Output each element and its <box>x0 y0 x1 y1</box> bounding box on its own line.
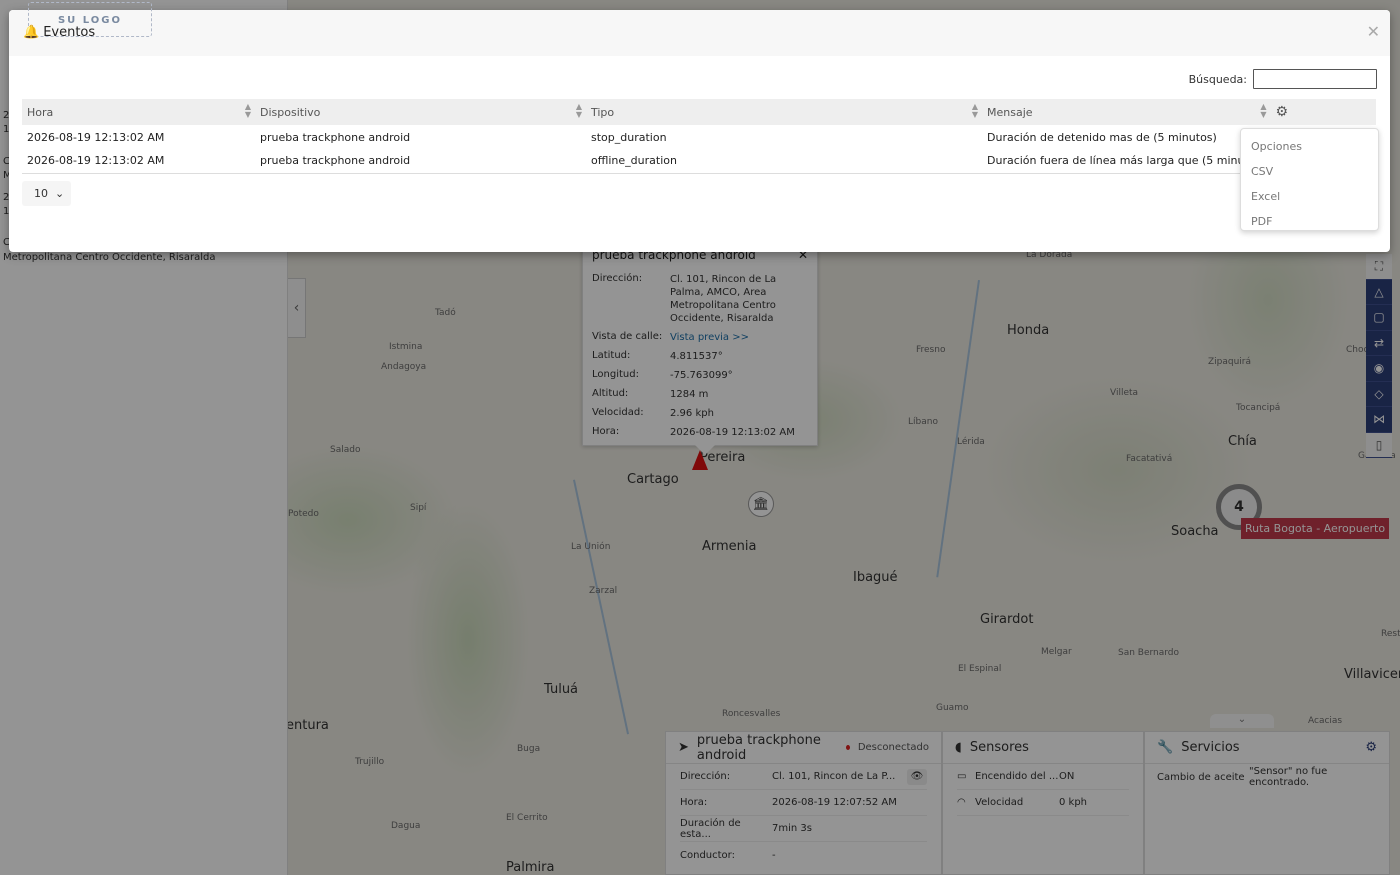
column-header-hora[interactable]: Hora ▲ ▼ <box>22 99 255 125</box>
menu-item-excel[interactable]: Excel <box>1241 184 1378 209</box>
cell-hora: 2026-08-19 12:13:02 AM <box>27 130 165 144</box>
close-icon[interactable]: ✕ <box>1367 22 1380 41</box>
cell-hora: 2026-08-19 12:13:02 AM <box>22 149 255 174</box>
events-table: Hora ▲ ▼ Dispositivo ▲ ▼ Tipo ▲ ▼ Mensaje ▲… <box>22 99 1376 174</box>
table-row[interactable]: 2026-08-19 12:13:02 AM prueba trackphone… <box>22 125 1376 149</box>
page-size-value: 10 <box>34 187 48 200</box>
cell-mensaje: Duración de detenido mas de (5 minutos) <box>987 130 1217 144</box>
menu-item-csv[interactable]: CSV <box>1241 159 1378 184</box>
column-header-dispositivo[interactable]: Dispositivo ▲ ▼ <box>255 99 586 125</box>
modal-header: SU LOGO 🔔 Eventos ✕ <box>9 2 1390 56</box>
modal-title: Eventos <box>43 25 96 40</box>
events-modal: SU LOGO 🔔 Eventos ✕ Búsqueda: Hora ▲ ▼ Di… <box>9 2 1390 252</box>
chevron-down-icon: ⌄ <box>55 187 65 200</box>
page-size-select[interactable]: 10 ⌄ <box>22 181 71 206</box>
column-label: Hora <box>27 105 54 119</box>
menu-item-pdf[interactable]: PDF <box>1241 209 1378 234</box>
column-label: Dispositivo <box>260 105 321 119</box>
sort-icon: ▲ ▼ <box>244 102 251 119</box>
table-settings-button[interactable]: ⚙ <box>1270 99 1376 125</box>
cell-dispositivo: prueba trackphone android <box>260 130 411 144</box>
column-label: Mensaje <box>987 105 1033 119</box>
column-header-mensaje[interactable]: Mensaje ▲ ▼ <box>982 99 1271 125</box>
column-label: Tipo <box>591 105 615 119</box>
export-dropdown-menu: Opciones CSV Excel PDF <box>1240 128 1379 231</box>
gear-icon[interactable]: ⚙ <box>1276 104 1289 120</box>
sort-icon: ▲ ▼ <box>971 102 978 119</box>
column-header-tipo[interactable]: Tipo ▲ ▼ <box>586 99 982 125</box>
sort-icon: ▲ ▼ <box>1260 102 1267 119</box>
search-row: Búsqueda: <box>1189 69 1377 89</box>
cell-tipo: stop_duration <box>591 130 667 144</box>
menu-item-opciones: Opciones <box>1251 140 1302 153</box>
search-input[interactable] <box>1253 69 1377 89</box>
sort-icon: ▲ ▼ <box>575 102 582 119</box>
table-row[interactable]: 2026-08-19 12:13:02 AM prueba trackphone… <box>22 149 1376 174</box>
bell-icon: 🔔 <box>23 25 40 40</box>
search-label: Búsqueda: <box>1188 72 1247 86</box>
cell-mensaje: Duración fuera de línea más larga que (5… <box>982 149 1271 174</box>
cell-tipo: offline_duration <box>586 149 982 174</box>
cell-dispositivo: prueba trackphone android <box>255 149 586 174</box>
